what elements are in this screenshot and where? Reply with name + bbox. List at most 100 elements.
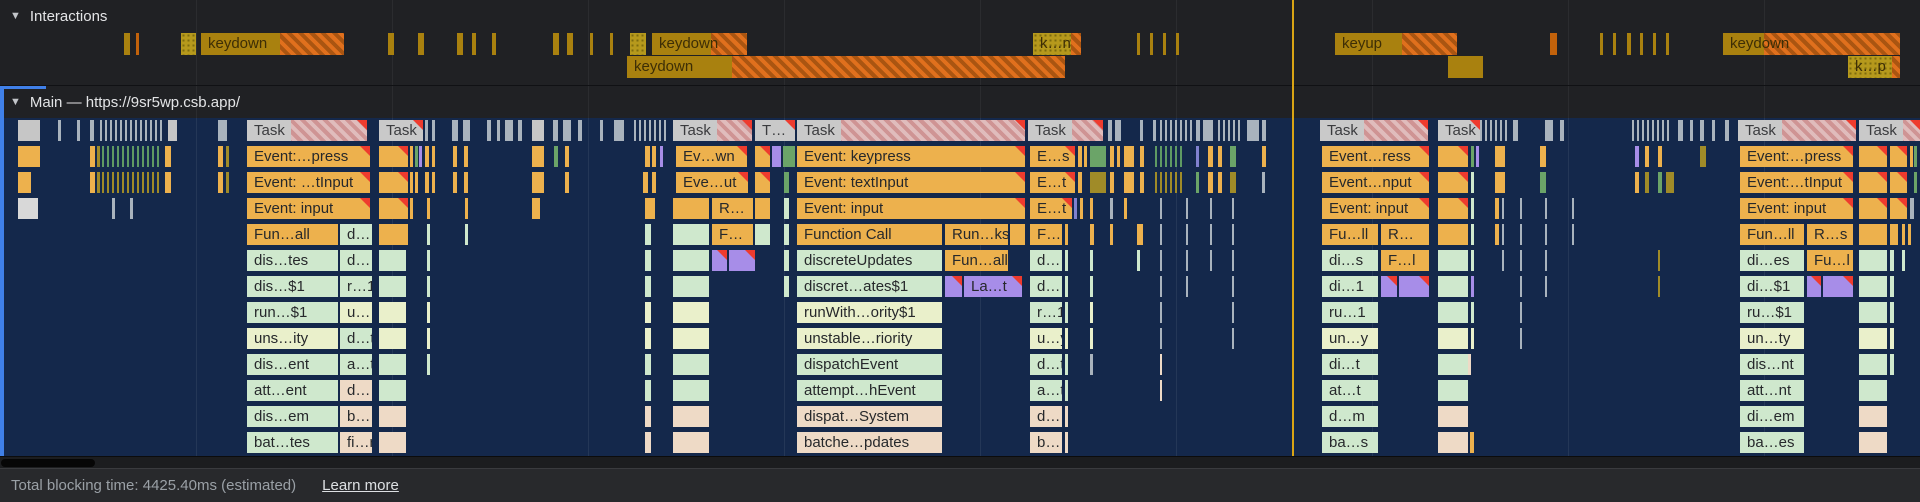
flame-bar[interactable]: d…: [1030, 276, 1062, 297]
flame-bar[interactable]: [218, 120, 227, 141]
flame-bar[interactable]: [1210, 198, 1212, 219]
flame-bar[interactable]: [1902, 224, 1905, 245]
flame-bar[interactable]: [410, 172, 413, 193]
flame-bar[interactable]: [755, 198, 770, 219]
flame-bar[interactable]: [1438, 354, 1468, 375]
flame-bar[interactable]: Event:…press: [247, 146, 370, 167]
interaction-tick-bar[interactable]: [1163, 33, 1166, 55]
flame-bar[interactable]: [1438, 328, 1468, 349]
interaction-event-bar[interactable]: k…p: [1848, 56, 1900, 78]
flame-bar[interactable]: [1262, 146, 1266, 167]
flame-bar[interactable]: [554, 146, 558, 167]
flame-bar[interactable]: [1658, 172, 1662, 193]
flame-bar[interactable]: discret…ates$1: [797, 276, 942, 297]
flame-bar[interactable]: [673, 406, 709, 427]
collapse-triangle-icon[interactable]: ▼: [10, 96, 21, 108]
flame-bar[interactable]: [1540, 172, 1546, 193]
main-track-header[interactable]: ▼ Main — https://9sr5wp.csb.app/: [0, 89, 1920, 115]
flame-bar[interactable]: Event: keypress: [797, 146, 1025, 167]
flame-bar[interactable]: [1471, 146, 1474, 167]
flame-bar[interactable]: [165, 172, 171, 193]
flame-bar[interactable]: [755, 146, 770, 167]
flame-bar[interactable]: un…ty: [1740, 328, 1804, 349]
flame-bar[interactable]: [1859, 432, 1887, 453]
flame-bar[interactable]: [673, 224, 709, 245]
flame-bar[interactable]: [463, 120, 470, 141]
flame-bar[interactable]: [1232, 250, 1234, 271]
flame-bar[interactable]: at…t: [1322, 380, 1378, 401]
flame-bar[interactable]: [1065, 224, 1068, 245]
flame-bar[interactable]: [1914, 146, 1917, 167]
flame-bar[interactable]: Fu…l: [1807, 250, 1853, 271]
flame-bar[interactable]: [1186, 276, 1188, 297]
interaction-tick-bar[interactable]: [610, 33, 613, 55]
flame-bar[interactable]: Event: …tInput: [247, 172, 370, 193]
flame-bar[interactable]: [1471, 276, 1474, 297]
interaction-event-bar[interactable]: keydown: [201, 33, 344, 55]
flame-bar[interactable]: [1115, 120, 1121, 141]
flame-bar[interactable]: [783, 146, 795, 167]
flame-bar[interactable]: [565, 146, 569, 167]
flame-bar[interactable]: [1065, 432, 1068, 453]
flame-bar[interactable]: unstable…riority: [797, 328, 942, 349]
flame-bar[interactable]: [415, 172, 418, 193]
flame-bar[interactable]: [464, 146, 468, 167]
flame-bar[interactable]: a…t: [1030, 380, 1062, 401]
flame-bar[interactable]: [1218, 120, 1242, 141]
flame-bar[interactable]: [645, 224, 651, 245]
flame-bar[interactable]: [1160, 250, 1162, 271]
task-bar[interactable]: Task: [673, 120, 752, 141]
interaction-tick-bar[interactable]: [1176, 33, 1179, 55]
flame-bar[interactable]: [427, 302, 430, 323]
flame-bar[interactable]: [1908, 224, 1911, 245]
flame-bar[interactable]: [563, 120, 571, 141]
interaction-event-bar[interactable]: keydown: [652, 33, 747, 55]
flame-bar[interactable]: [784, 276, 789, 297]
flame-bar[interactable]: [425, 146, 429, 167]
flame-bar[interactable]: [379, 328, 406, 349]
flame-bar[interactable]: [1859, 302, 1887, 323]
flame-bar[interactable]: [1890, 198, 1907, 219]
interaction-tick-bar[interactable]: [1640, 33, 1643, 55]
flame-bar[interactable]: [465, 198, 468, 219]
flame-bar[interactable]: [1471, 302, 1474, 323]
flame-bar[interactable]: [1124, 172, 1134, 193]
flame-bar[interactable]: [1065, 302, 1068, 323]
flame-bar[interactable]: [453, 172, 457, 193]
flame-bar[interactable]: Fun…all: [247, 224, 338, 245]
flame-bar[interactable]: [1632, 120, 1672, 141]
flame-bar[interactable]: [1890, 224, 1898, 245]
main-flame-chart[interactable]: TaskTaskEvent:…pressEvent: …tInputEvent:…: [0, 118, 1920, 456]
flame-bar[interactable]: [1078, 172, 1082, 193]
flame-bar[interactable]: F…l: [1030, 224, 1062, 245]
flame-bar[interactable]: [1090, 198, 1093, 219]
flame-bar[interactable]: [1859, 146, 1887, 167]
flame-bar[interactable]: [784, 198, 789, 219]
flame-bar[interactable]: [1471, 250, 1474, 271]
flame-bar[interactable]: [1438, 380, 1468, 401]
flame-bar[interactable]: E…t: [1030, 198, 1072, 219]
interaction-tick-bar[interactable]: [1448, 56, 1483, 78]
interaction-event-bar[interactable]: keyup: [1335, 33, 1457, 55]
flame-bar[interactable]: [755, 172, 770, 193]
flame-bar[interactable]: Event:…press: [1740, 146, 1853, 167]
flame-bar[interactable]: [1232, 328, 1234, 349]
flame-bar[interactable]: [1495, 224, 1499, 245]
flame-bar[interactable]: [379, 146, 408, 167]
flame-bar[interactable]: b…: [340, 406, 372, 427]
flame-bar[interactable]: dispat…System: [797, 406, 942, 427]
flame-bar[interactable]: [1700, 146, 1706, 167]
flame-bar[interactable]: [1210, 250, 1212, 271]
flame-bar[interactable]: di…es: [1740, 250, 1804, 271]
flame-bar[interactable]: [645, 380, 651, 401]
flame-bar[interactable]: [1065, 328, 1068, 349]
flame-bar[interactable]: [1859, 224, 1887, 245]
flame-bar[interactable]: [645, 146, 650, 167]
flame-bar[interactable]: [945, 276, 962, 297]
flame-bar[interactable]: [652, 146, 656, 167]
flame-bar[interactable]: [432, 172, 435, 193]
flame-bar[interactable]: [578, 120, 582, 141]
flame-bar[interactable]: Event: input: [247, 198, 370, 219]
flame-bar[interactable]: [1438, 276, 1468, 297]
flame-bar[interactable]: [673, 380, 709, 401]
